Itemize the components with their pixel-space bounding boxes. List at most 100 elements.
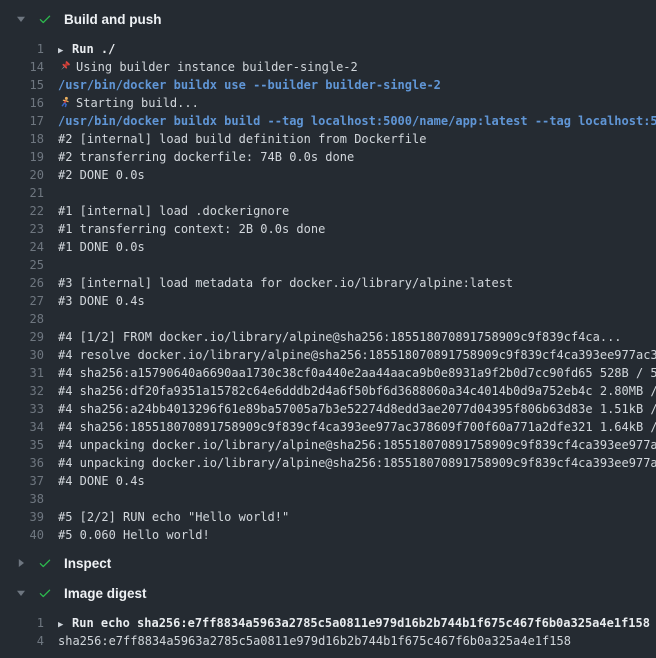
line-number[interactable]: 18 xyxy=(0,130,44,148)
line-number[interactable]: 32 xyxy=(0,382,44,400)
line-number[interactable]: 15 xyxy=(0,76,44,94)
line-text: ▶Run echo sha256:e7ff8834a5963a2785c5a08… xyxy=(58,614,650,632)
log-line: 32 #4 sha256:df20fa9351a15782c64e6dddb2d… xyxy=(0,382,656,400)
log-line: 14 Using builder instance builder-single… xyxy=(0,58,656,76)
line-number[interactable]: 33 xyxy=(0,400,44,418)
log-line: 16 Starting build... xyxy=(0,94,656,112)
line-text: #4 resolve docker.io/library/alpine@sha2… xyxy=(58,346,656,364)
step-header[interactable]: Image digest xyxy=(0,582,656,604)
expand-group-arrow-icon[interactable]: ▶ xyxy=(58,616,72,632)
line-number[interactable]: 24 xyxy=(0,238,44,256)
log-line: 35 #4 unpacking docker.io/library/alpine… xyxy=(0,436,656,454)
line-text: Using builder instance builder-single-2 xyxy=(58,58,358,76)
log-line: 37 #4 DONE 0.4s xyxy=(0,472,656,490)
log-line: 26 #3 [internal] load metadata for docke… xyxy=(0,274,656,292)
line-text: #4 [1/2] FROM docker.io/library/alpine@s… xyxy=(58,328,622,346)
line-number[interactable]: 31 xyxy=(0,364,44,382)
step-title: Image digest xyxy=(64,586,147,601)
line-number[interactable]: 29 xyxy=(0,328,44,346)
line-number[interactable]: 30 xyxy=(0,346,44,364)
line-number[interactable]: 40 xyxy=(0,526,44,544)
triangle-down-icon[interactable] xyxy=(16,14,26,24)
line-number[interactable]: 38 xyxy=(0,490,44,508)
line-number[interactable]: 1 xyxy=(0,614,44,632)
line-text: #2 transferring dockerfile: 74B 0.0s don… xyxy=(58,148,354,166)
line-text: #1 [internal] load .dockerignore xyxy=(58,202,289,220)
line-number[interactable]: 27 xyxy=(0,292,44,310)
line-number[interactable]: 19 xyxy=(0,148,44,166)
pushpin-icon xyxy=(58,60,76,73)
line-number[interactable]: 34 xyxy=(0,418,44,436)
log-line: 30 #4 resolve docker.io/library/alpine@s… xyxy=(0,346,656,364)
line-number[interactable]: 23 xyxy=(0,220,44,238)
log-line: 36 #4 unpacking docker.io/library/alpine… xyxy=(0,454,656,472)
log-line: 23 #1 transferring context: 2B 0.0s done xyxy=(0,220,656,238)
line-number[interactable]: 28 xyxy=(0,310,44,328)
log-line: 34 #4 sha256:185518070891758909c9f839cf4… xyxy=(0,418,656,436)
log-line: 38 xyxy=(0,490,656,508)
line-text: #2 [internal] load build definition from… xyxy=(58,130,426,148)
line-number[interactable]: 26 xyxy=(0,274,44,292)
log-line: 28 xyxy=(0,310,656,328)
line-text: /usr/bin/docker buildx use --builder bui… xyxy=(58,76,441,94)
step-header[interactable]: Inspect xyxy=(0,552,656,574)
line-text: /usr/bin/docker buildx build --tag local… xyxy=(58,112,656,130)
line-text: #4 sha256:df20fa9351a15782c64e6dddb2d4a6… xyxy=(58,382,656,400)
line-number[interactable]: 22 xyxy=(0,202,44,220)
log-line: 22 #1 [internal] load .dockerignore xyxy=(0,202,656,220)
triangle-right-icon[interactable] xyxy=(16,558,26,568)
success-check-icon xyxy=(38,12,52,26)
step-header[interactable]: Build and push xyxy=(0,8,656,30)
line-number[interactable]: 35 xyxy=(0,436,44,454)
line-number[interactable]: 37 xyxy=(0,472,44,490)
line-number[interactable]: 39 xyxy=(0,508,44,526)
log-line: 1 ▶Run echo sha256:e7ff8834a5963a2785c5a… xyxy=(0,614,656,632)
line-number[interactable]: 1 xyxy=(0,40,44,58)
line-number[interactable]: 25 xyxy=(0,256,44,274)
log-line: 18 #2 [internal] load build definition f… xyxy=(0,130,656,148)
expand-group-arrow-icon[interactable]: ▶ xyxy=(58,42,72,58)
triangle-down-icon[interactable] xyxy=(16,588,26,598)
line-text: #1 transferring context: 2B 0.0s done xyxy=(58,220,325,238)
line-text: #4 DONE 0.4s xyxy=(58,472,145,490)
line-number[interactable]: 4 xyxy=(0,632,44,650)
log-line: 15 /usr/bin/docker buildx use --builder … xyxy=(0,76,656,94)
success-check-icon xyxy=(38,556,52,570)
line-text: #4 sha256:185518070891758909c9f839cf4ca3… xyxy=(58,418,656,436)
line-number[interactable]: 36 xyxy=(0,454,44,472)
log-line: 33 #4 sha256:a24bb4013296f61e89ba57005a7… xyxy=(0,400,656,418)
log-step-inspect: Inspect xyxy=(0,552,656,574)
step-title: Inspect xyxy=(64,556,111,571)
line-text: #4 sha256:a15790640a6690aa1730c38cf0a440… xyxy=(58,364,656,382)
log-line: 40 #5 0.060 Hello world! xyxy=(0,526,656,544)
log-step-image-digest: Image digest 1 ▶Run echo sha256:e7ff8834… xyxy=(0,582,656,650)
line-text: #5 [2/2] RUN echo "Hello world!" xyxy=(58,508,289,526)
log-step-build-and-push: Build and push 1 ▶Run ./ 14 Using builde… xyxy=(0,8,656,544)
log-line: 29 #4 [1/2] FROM docker.io/library/alpin… xyxy=(0,328,656,346)
line-text: #4 unpacking docker.io/library/alpine@sh… xyxy=(58,454,656,472)
line-number[interactable]: 16 xyxy=(0,94,44,112)
line-text: #4 sha256:a24bb4013296f61e89ba57005a7b3e… xyxy=(58,400,656,418)
log-line: 4 sha256:e7ff8834a5963a2785c5a0811e979d1… xyxy=(0,632,656,650)
line-number[interactable]: 17 xyxy=(0,112,44,130)
runner-icon xyxy=(58,96,76,109)
line-text: ▶Run ./ xyxy=(58,40,115,58)
line-text: Starting build... xyxy=(58,94,199,112)
log-line: 19 #2 transferring dockerfile: 74B 0.0s … xyxy=(0,148,656,166)
log-line: 25 xyxy=(0,256,656,274)
log-line: 24 #1 DONE 0.0s xyxy=(0,238,656,256)
line-number[interactable]: 14 xyxy=(0,58,44,76)
line-text: sha256:e7ff8834a5963a2785c5a0811e979d16b… xyxy=(58,632,571,650)
log-line: 31 #4 sha256:a15790640a6690aa1730c38cf0a… xyxy=(0,364,656,382)
log-line: 20 #2 DONE 0.0s xyxy=(0,166,656,184)
line-text: #2 DONE 0.0s xyxy=(58,166,145,184)
line-text: #1 DONE 0.0s xyxy=(58,238,145,256)
line-text: #3 [internal] load metadata for docker.i… xyxy=(58,274,513,292)
log-line: 1 ▶Run ./ xyxy=(0,40,656,58)
line-number[interactable]: 20 xyxy=(0,166,44,184)
line-number[interactable]: 21 xyxy=(0,184,44,202)
actions-log-viewer: Build and push 1 ▶Run ./ 14 Using builde… xyxy=(0,0,656,650)
step-log-lines: 1 ▶Run ./ 14 Using builder instance buil… xyxy=(0,40,656,544)
success-check-icon xyxy=(38,586,52,600)
log-line: 39 #5 [2/2] RUN echo "Hello world!" xyxy=(0,508,656,526)
